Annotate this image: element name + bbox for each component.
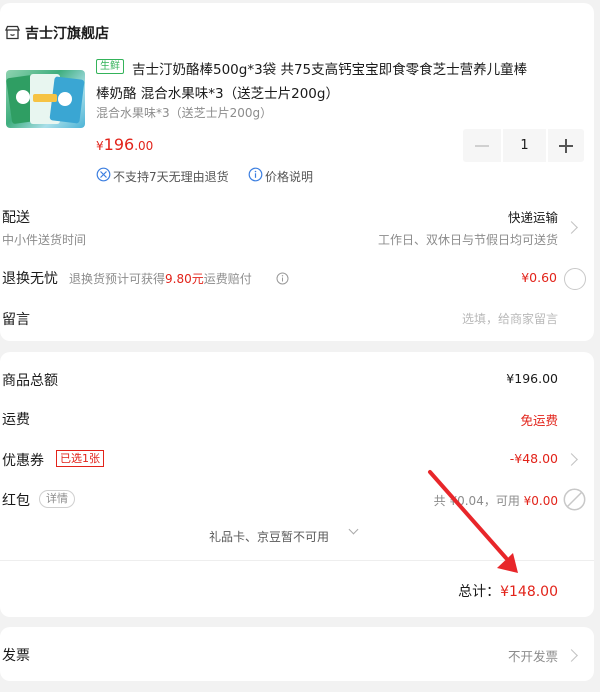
annotation-arrow — [428, 470, 518, 573]
